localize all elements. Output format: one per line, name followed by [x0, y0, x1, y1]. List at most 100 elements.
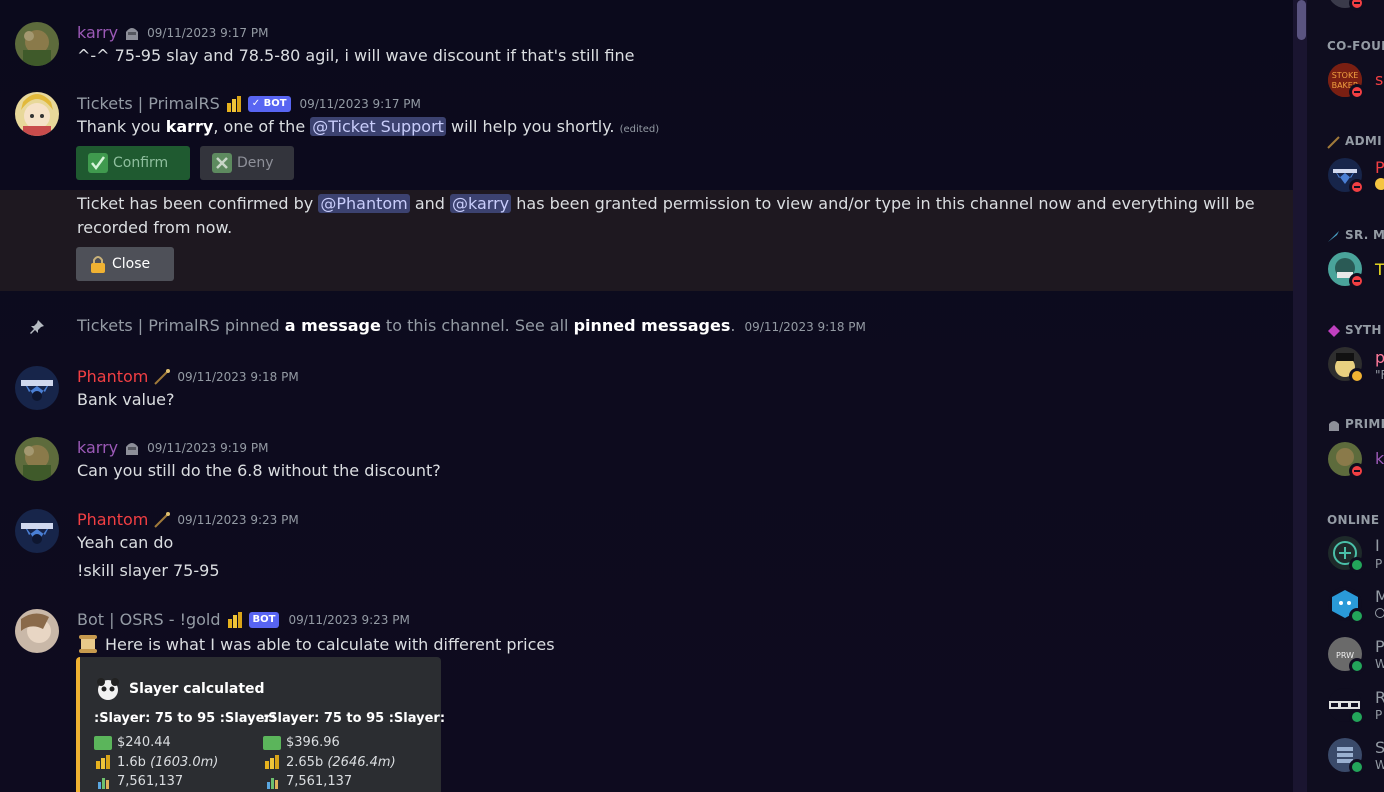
message-text: Thank you karry, one of the @Ticket Supp…	[77, 117, 659, 136]
category-label: ADMI	[1345, 134, 1382, 148]
x-icon	[212, 153, 232, 173]
system-pin-message: Tickets | PrimalRS pinned a message to t…	[0, 300, 1293, 350]
embed-column-2: :Slayer: 75 to 95 :Slayer: $396.96 2.65b…	[263, 711, 445, 792]
text-segment: and	[409, 194, 451, 213]
category-label: SYTH	[1345, 323, 1382, 337]
member-name[interactable]: P	[1375, 637, 1384, 656]
text-segment: will help you shortly.	[445, 117, 615, 136]
avatar[interactable]	[15, 509, 59, 553]
check-icon	[88, 153, 108, 173]
member-name[interactable]: p	[1375, 348, 1384, 367]
dnd-status-icon	[1349, 84, 1365, 100]
chat-scrollbar-thumb[interactable]	[1297, 0, 1306, 40]
deny-button[interactable]: Deny	[200, 146, 294, 180]
text-segment: .	[730, 316, 736, 335]
usd-value: $240.44	[117, 735, 171, 751]
member-name[interactable]: P	[1375, 158, 1384, 177]
member-avatar[interactable]: PRW	[1328, 637, 1365, 674]
bold-username: karry	[165, 117, 214, 136]
avatar[interactable]	[15, 92, 59, 136]
message-text-2: !skill slayer 75-95	[77, 561, 220, 580]
member-name[interactable]: s	[1375, 70, 1383, 89]
username[interactable]: karry	[77, 438, 118, 457]
member-name[interactable]: I	[1375, 536, 1380, 555]
message-text-1: Yeah can do	[77, 533, 174, 552]
dnd-status-icon	[1349, 179, 1365, 195]
avatar[interactable]	[15, 366, 59, 410]
online-status-icon	[1349, 608, 1365, 624]
dnd-status-icon	[1349, 0, 1365, 11]
gem-role-icon	[1327, 324, 1341, 338]
member-name[interactable]: S	[1375, 738, 1384, 757]
helmet-role-icon	[1327, 418, 1341, 432]
member-status-text: P	[1375, 557, 1383, 571]
pinned-messages-link[interactable]: pinned messages	[574, 316, 731, 335]
username[interactable]: karry	[77, 23, 118, 42]
category-header: SR. M	[1327, 228, 1384, 243]
avatar[interactable]	[15, 437, 59, 481]
username[interactable]: Bot | OSRS - !gold	[77, 610, 221, 629]
online-status-icon	[1349, 759, 1365, 775]
pin-icon	[28, 318, 46, 336]
member-avatar[interactable]	[1328, 347, 1365, 384]
user-mention-phantom[interactable]: @Phantom	[318, 194, 410, 213]
member-name[interactable]: T	[1375, 260, 1384, 279]
text-segment: pinned	[219, 316, 285, 335]
message-karry-1: karry 09/11/2023 9:17 PM ^-^ 75-95 slay …	[0, 0, 1293, 80]
category-label: SR. M	[1345, 228, 1384, 242]
gold-coins-icon	[263, 755, 281, 770]
message-text: Here is what I was able to calculate wit…	[77, 633, 555, 655]
message-text: ^-^ 75-95 slay and 78.5-80 agil, i will …	[77, 46, 635, 65]
chat-scrollbar-track[interactable]	[1293, 0, 1307, 792]
bot-tag: ✓ BOT	[247, 95, 291, 112]
member-avatar[interactable]	[1328, 536, 1365, 573]
panda-icon	[96, 677, 120, 701]
text-segment: , one of the	[213, 117, 311, 136]
text-segment: to this channel. See all	[380, 316, 574, 335]
online-status-icon	[1349, 709, 1365, 725]
pinned-message-link[interactable]: a message	[285, 316, 381, 335]
online-status-icon	[1349, 658, 1365, 674]
member-avatar[interactable]	[1328, 158, 1365, 195]
deny-label: Deny	[237, 155, 274, 171]
close-ticket-button[interactable]: Close	[76, 247, 174, 281]
member-avatar[interactable]	[1328, 688, 1365, 725]
confirm-label: Confirm	[113, 155, 169, 171]
avatar[interactable]	[15, 609, 59, 653]
member-name[interactable]: R	[1375, 688, 1384, 707]
xp-value: 7,561,137	[117, 774, 184, 790]
timestamp: 09/11/2023 9:18 PM	[744, 320, 866, 334]
message-phantom-2: Phantom 09/11/2023 9:23 PM Yeah can do !…	[0, 498, 1293, 598]
member-avatar[interactable]	[1328, 442, 1365, 479]
text-segment: Here is what I was able to calculate wit…	[105, 634, 555, 654]
wand-role-icon	[153, 511, 171, 529]
role-mention[interactable]: @Ticket Support	[310, 117, 446, 136]
confirm-button[interactable]: Confirm	[76, 146, 190, 180]
online-status-icon	[1349, 557, 1365, 573]
gold-row: 1.6b (1603.0m)	[94, 753, 276, 773]
member-status-text: "F	[1375, 368, 1384, 382]
usd-value: $396.96	[286, 735, 340, 751]
member-name[interactable]: k	[1375, 449, 1384, 468]
username[interactable]: Tickets | PrimalRS	[77, 94, 220, 113]
avatar[interactable]	[15, 22, 59, 66]
member-name[interactable]: M	[1375, 587, 1384, 606]
member-avatar[interactable]	[1328, 252, 1365, 289]
category-header: ADMI	[1327, 134, 1382, 149]
category-header: CO-FOUN	[1327, 39, 1384, 53]
username[interactable]: Phantom	[77, 367, 148, 386]
message-text-line1: Ticket has been confirmed by @Phantom an…	[77, 194, 1255, 213]
gold-millions: (1603.0m)	[150, 754, 219, 770]
member-avatar[interactable]	[1328, 738, 1365, 775]
gold-row: 2.65b (2646.4m)	[263, 753, 445, 773]
system-author[interactable]: Tickets | PrimalRS	[77, 316, 220, 335]
member-avatar[interactable]: STOKE BAKER	[1328, 63, 1365, 100]
timestamp: 09/11/2023 9:23 PM	[177, 512, 299, 527]
member-avatar[interactable]	[1328, 0, 1365, 11]
user-mention-karry[interactable]: @karry	[450, 194, 512, 213]
chat-area: karry 09/11/2023 9:17 PM ^-^ 75-95 slay …	[0, 0, 1293, 792]
member-avatar[interactable]	[1328, 587, 1365, 624]
message-tickets-bot: Tickets | PrimalRS ✓ BOT 09/11/2023 9:17…	[0, 80, 1293, 190]
usd-row: $396.96	[263, 733, 445, 753]
username[interactable]: Phantom	[77, 510, 148, 529]
